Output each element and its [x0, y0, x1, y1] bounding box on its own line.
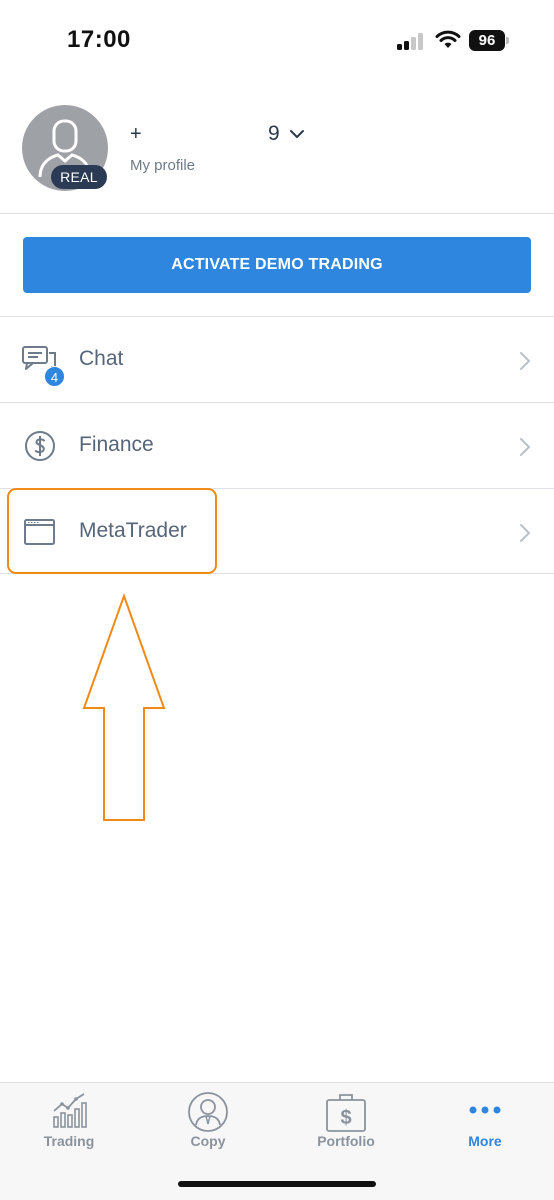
wifi-icon — [435, 30, 461, 48]
status-bar: 17:00 96 — [0, 0, 554, 80]
tab-label: More — [468, 1133, 502, 1149]
menu-item-finance[interactable]: Finance — [0, 403, 554, 489]
profile-header[interactable]: REAL + 9 My profile — [0, 95, 554, 213]
divider — [0, 213, 554, 214]
chevron-right-icon — [520, 352, 531, 370]
account-type-badge: REAL — [51, 165, 107, 189]
status-time: 17:00 — [67, 26, 131, 53]
my-profile-link[interactable]: My profile — [130, 157, 195, 174]
battery-icon: 96 — [469, 30, 505, 51]
menu-item-chat[interactable]: 4 Chat — [0, 317, 554, 403]
battery-cap — [506, 37, 509, 44]
menu-item-label: Chat — [79, 347, 124, 370]
phone-suffix: 9 — [268, 122, 280, 145]
tab-label: Trading — [43, 1133, 95, 1149]
chevron-down-icon[interactable] — [289, 128, 305, 140]
trading-chart-icon — [53, 1093, 87, 1128]
tab-more[interactable]: More — [416, 1083, 554, 1163]
home-indicator[interactable] — [178, 1181, 376, 1187]
tab-copy[interactable]: Copy — [139, 1083, 277, 1163]
briefcase-dollar-icon: $ — [326, 1094, 366, 1132]
dollar-circle-icon — [25, 431, 55, 461]
chat-unread-badge: 4 — [44, 366, 65, 387]
tab-label: Copy — [190, 1133, 226, 1149]
chevron-right-icon — [520, 438, 531, 456]
metatrader-highlight-box — [7, 488, 217, 574]
svg-text:$: $ — [340, 1107, 351, 1129]
up-arrow-annotation — [82, 593, 166, 821]
tab-trading[interactable]: Trading — [0, 1083, 138, 1163]
person-icon — [188, 1092, 228, 1132]
signal-icon — [397, 32, 425, 50]
tab-portfolio[interactable]: $ Portfolio — [277, 1083, 415, 1163]
more-dots-icon — [469, 1106, 501, 1114]
activate-demo-trading-button[interactable]: ACTIVATE DEMO TRADING — [23, 237, 531, 293]
menu-item-label: Finance — [79, 433, 154, 456]
tab-label: Portfolio — [317, 1133, 375, 1149]
chevron-right-icon — [520, 524, 531, 542]
phone-prefix: + — [130, 123, 142, 145]
